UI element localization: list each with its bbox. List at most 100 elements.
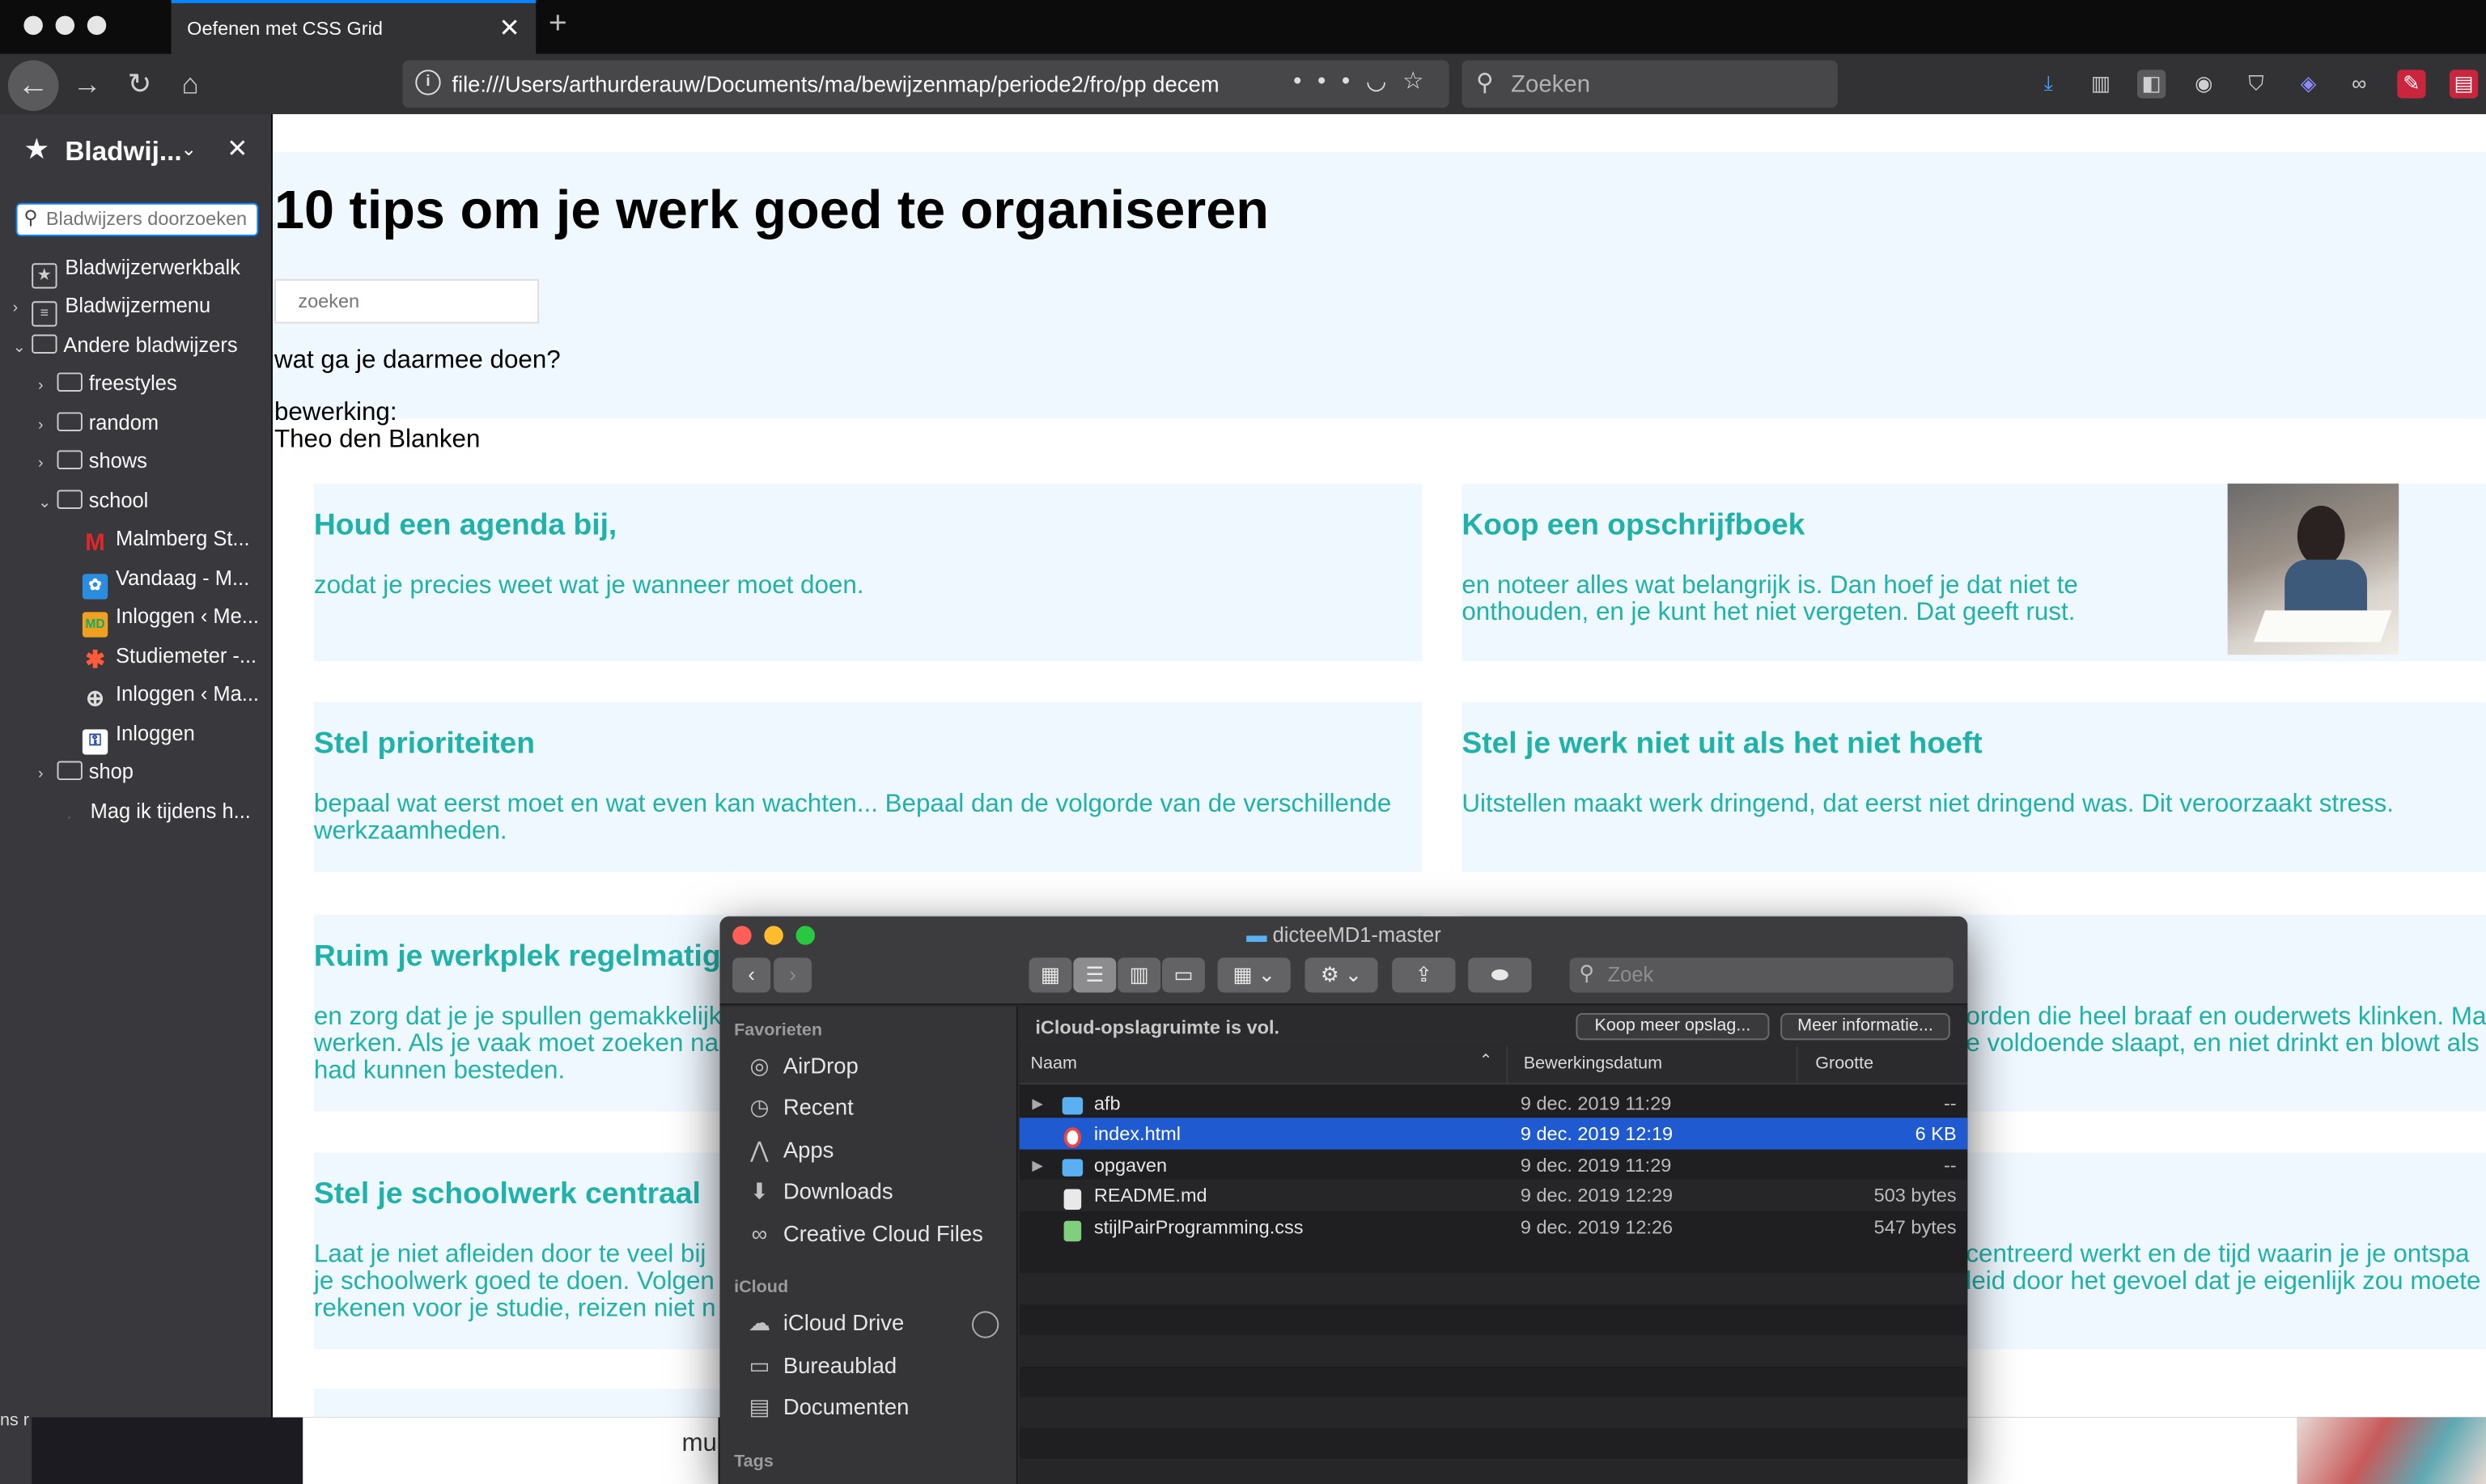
tip-text-line: centreerd werkt en de tijd waarin je je … [1966,1241,2470,1269]
bookmark-malmberg[interactable]: M Malmberg St... [83,522,250,557]
sort-ascending-icon[interactable]: ⌃ [1479,1053,1492,1071]
close-tab-icon[interactable]: ✕ [498,13,520,45]
chevron-down-icon[interactable]: ⌄ [13,332,32,367]
column-date-header[interactable]: Bewerkingsdatum [1524,1054,1662,1074]
sidebar-title[interactable]: Bladwij... [65,137,181,168]
share-icon[interactable]: ⇪ [1392,957,1456,993]
sidebar-item-random[interactable]: › random [38,406,159,441]
bookmark-inloggen-ma[interactable]: ⊕ Inloggen ‹ Ma... [83,677,259,712]
chevron-right-icon[interactable]: › [13,292,32,327]
url-text[interactable]: file:///Users/arthurderauw/Documents/ma/… [452,71,1260,96]
window-zoom-button[interactable] [87,15,107,36]
page-actions-icons[interactable]: •••◡☆ [1293,66,1440,95]
gear-icon[interactable]: ⚙ ⌄ [1305,957,1378,993]
star-icon[interactable]: ☆ [1402,68,1440,95]
sidebar-item-shows[interactable]: › shows [38,444,147,479]
bookmarks-search-box[interactable]: ⚲ [15,202,259,236]
chevron-right-icon[interactable]: › [38,370,57,405]
disclosure-triangle-icon[interactable]: ▶ [1032,1157,1043,1175]
account-icon[interactable]: ◉ [2190,70,2218,98]
sidebar-item-bookmarks-menu[interactable]: › ≡ Bladwijzermenu [13,289,211,327]
chevron-right-icon[interactable]: › [38,447,57,482]
column-view-icon[interactable]: ▥ [1118,957,1161,993]
back-arrow-icon[interactable]: ← [7,60,59,112]
empty-row [1019,1334,1968,1367]
sidebar-item-downloads[interactable]: ⬇ Downloads [745,1178,893,1205]
file-row-index-html[interactable]: index.html 9 dec. 2019 12:19 6 KB [1019,1117,1968,1150]
sidebar-item-freestyles[interactable]: › freestyles [38,367,177,401]
file-date: 9 dec. 2019 12:29 [1520,1184,1674,1207]
menu-icon: ≡ [32,301,57,327]
pocket-icon[interactable]: ◡ [1366,68,1402,95]
download-icon[interactable]: ⤓ [2034,70,2063,98]
empty-row [1019,1273,1968,1305]
glasses-icon[interactable]: ∞ [2345,70,2374,98]
page-search-box[interactable] [274,278,540,324]
sidebar-item-school[interactable]: ⌄ school [38,484,148,519]
file-row-afb[interactable]: ▶ afb 9 dec. 2019 11:29 -- [1020,1088,1968,1119]
gallery-view-icon[interactable]: ▭ [1162,957,1205,993]
icon-view-icon[interactable]: ▦ [1029,957,1072,993]
page-search-input[interactable] [298,290,520,313]
sidebar-item-icloud-drive[interactable]: ☁ iCloud Drive [745,1309,904,1336]
file-size: -- [1943,1154,1957,1177]
library-icon[interactable]: ▥ [2086,70,2115,98]
sidebar-item-recent[interactable]: ◷ Recent [745,1094,853,1121]
disclosure-triangle-icon[interactable]: ▶ [1032,1096,1043,1113]
finder-back-button[interactable]: ‹ [732,957,771,993]
bookmark-studiemeter[interactable]: ✱ Studiemeter -... [83,639,257,674]
sidebar-item-other-bookmarks[interactable]: ⌄ Andere bladwijzers [13,329,238,363]
finder-file-list: iCloud-opslagruimte is vol. Koop meer op… [1019,1007,1968,1484]
column-name-header[interactable]: Naam [1030,1054,1076,1074]
column-divider[interactable] [1796,1046,1798,1085]
buy-storage-button[interactable]: Koop meer opslag... [1576,1013,1770,1041]
more-icon[interactable]: ••• [1293,68,1366,95]
browser-tab[interactable]: Oefenen met CSS Grid ✕ [171,0,537,54]
group-by-icon[interactable]: ▦ ⌄ [1217,957,1291,993]
search-field[interactable]: ⚲ Zoeken [1461,60,1838,108]
list-view-icon[interactable]: ☰ [1073,957,1117,993]
sidebar-item-bureaublad[interactable]: ▭ Bureaublad [745,1352,897,1379]
pen-extension-icon[interactable]: ✎ [2397,70,2426,99]
sidebar-item-bookmarks-toolbar[interactable]: ★ Bladwijzerwerkbalk [13,251,240,289]
window-close-button[interactable] [23,15,43,36]
extension-icon[interactable]: ◈ [2294,70,2323,98]
tag-icon[interactable]: ⬬ [1468,957,1532,993]
file-row-opgaven[interactable]: ▶ opgaven 9 dec. 2019 11:29 -- [1020,1150,1968,1181]
info-icon[interactable]: i [415,70,441,95]
sidebar-item-label: Bladwijzermenu [65,293,211,317]
bookmark-inloggen[interactable]: ⚿ Inloggen [82,717,195,755]
file-row-readme[interactable]: README.md 9 dec. 2019 12:29 503 bytes [1019,1179,1968,1211]
window-minimize-button[interactable] [55,15,75,36]
sidebar-item-airdrop[interactable]: ◎ AirDrop [745,1053,858,1079]
sidebar-item-shop[interactable]: › shop [38,755,134,790]
bookmark-vandaag[interactable]: ✿ Vandaag - M... [82,562,249,600]
folder-icon [57,761,83,781]
chevron-right-icon[interactable]: › [38,758,57,793]
finder-search-field[interactable]: ⚲ Zoek [1569,957,1954,993]
shield-icon[interactable]: ⛉ [2242,70,2270,98]
search-icon: ⚲ [23,206,38,229]
sidebar-item-documenten[interactable]: ▤ Documenten [745,1393,909,1420]
new-tab-icon[interactable]: + [549,6,567,43]
column-divider[interactable] [1506,1046,1508,1085]
sidebar-item-creative-cloud[interactable]: ∞ Creative Cloud Files [745,1221,983,1246]
red-extension-icon[interactable]: ▤ [2449,70,2479,99]
sidebar-toggle-icon[interactable]: ◧ [2136,70,2166,99]
forward-arrow-icon[interactable]: → [65,63,109,104]
more-info-button[interactable]: Meer informatie... [1780,1013,1950,1041]
reload-icon[interactable]: ↻ [117,63,162,104]
bookmarks-search-input[interactable] [45,207,252,231]
sidebar-item-apps[interactable]: ⋀ Apps [745,1137,834,1164]
url-bar[interactable]: i file:///Users/arthurderauw/Documents/m… [402,60,1449,108]
chevron-down-icon[interactable]: ⌄ [38,487,57,522]
chevron-down-icon[interactable]: ⌄ [180,138,197,159]
bookmark-mag-ik-tijdens[interactable]: · Mag ik tijdens h... [57,795,251,829]
close-sidebar-icon[interactable]: ✕ [227,134,248,165]
finder-forward-button[interactable]: › [774,957,812,993]
home-icon[interactable]: ⌂ [168,63,213,104]
column-size-header[interactable]: Grootte [1815,1054,1873,1074]
bookmark-inloggen-md[interactable]: MD Inloggen ‹ Me... [82,600,259,638]
file-row-css[interactable]: stijlPairProgramming.css 9 dec. 2019 12:… [1020,1211,1968,1243]
chevron-right-icon[interactable]: › [38,409,57,444]
